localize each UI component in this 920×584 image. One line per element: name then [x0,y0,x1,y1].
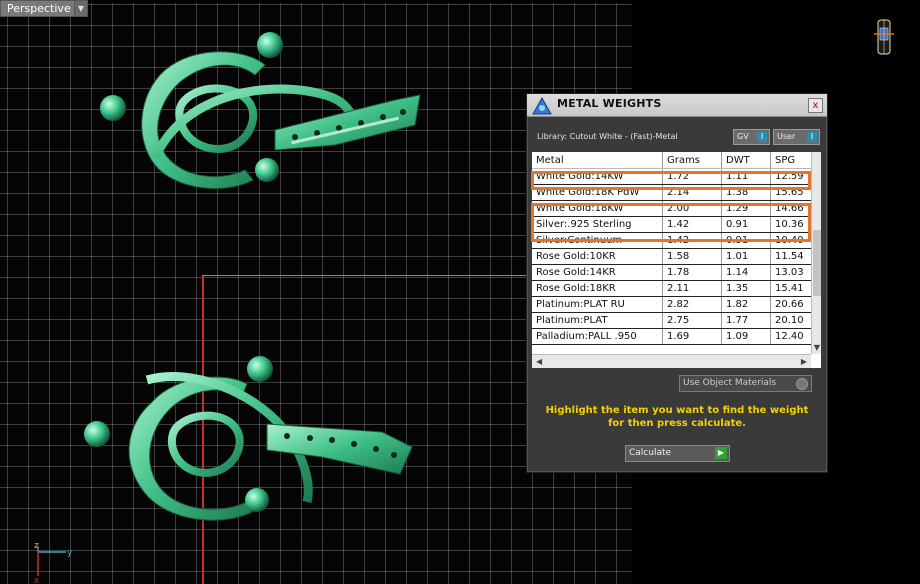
library-label: Library: Cutout White - (Fast)-Metal [537,132,678,141]
cell-spg[interactable]: 20.66 [770,296,814,313]
viewport-top-edge [0,0,632,3]
axis-x-label: x [34,576,40,584]
calculate-button[interactable]: Calculate ▶ [625,445,730,462]
col-dwt[interactable]: DWT [721,152,771,169]
cell-grams[interactable]: 1.58 [662,248,722,265]
viewport-label[interactable]: Perspective [0,0,78,17]
scroll-left-arrow-icon[interactable]: ◀ [536,357,542,366]
ring-model-bottom[interactable] [82,352,422,522]
metal-weights-logo-icon [532,96,552,115]
panel-titlebar[interactable]: METAL WEIGHTS x [527,94,827,117]
panel-title: METAL WEIGHTS [557,97,662,110]
axis-y-label: y [67,548,73,558]
cell-dwt[interactable]: 1.77 [721,312,771,329]
vertical-scroll-thumb[interactable] [813,230,821,296]
col-spg[interactable]: SPG [770,152,814,169]
ring-model-top[interactable] [95,30,430,195]
table-row[interactable]: Rose Gold:10KR 1.58 1.01 11.54 [532,248,814,265]
calculate-arrow-icon: ▶ [715,447,727,459]
cell-metal[interactable]: Palladium:PALL .950 [532,328,663,345]
cell-dwt[interactable]: 1.09 [721,328,771,345]
cell-spg[interactable]: 15.41 [770,280,814,297]
gv-toggle-icon: I [757,132,767,142]
cell-metal[interactable]: Rose Gold:18KR [532,280,663,297]
cell-grams[interactable]: 2.11 [662,280,722,297]
cell-grams[interactable]: 2.75 [662,312,722,329]
cell-metal[interactable]: Platinum:PLAT [532,312,663,329]
viewport-menu-arrow-icon[interactable]: ▼ [74,0,88,17]
user-label: User [777,132,796,141]
table-header-row: Metal Grams DWT SPG [532,152,814,169]
user-toggle-button[interactable]: User I [773,129,820,145]
axis-gizmo-icon: z y x [34,541,73,584]
row-highlight-1 [531,171,811,190]
horizontal-scrollbar[interactable]: ◀ ▶ [532,354,811,368]
gv-label: GV [737,132,749,141]
row-highlight-2 [531,203,811,242]
hint-line-1: Highlight the item you want to find the … [545,405,809,416]
table-row[interactable]: Rose Gold:18KR 2.11 1.35 15.41 [532,280,814,297]
hint-line-2: for then press calculate. [608,418,746,429]
cell-dwt[interactable]: 1.35 [721,280,771,297]
use-object-materials-toggle-icon [796,378,808,390]
gv-toggle-button[interactable]: GV I [733,129,770,145]
table-row[interactable]: Platinum:PLAT 2.75 1.77 20.10 [532,312,814,329]
cell-metal[interactable]: Platinum:PLAT RU [532,296,663,313]
cell-spg[interactable]: 20.10 [770,312,814,329]
close-button[interactable]: x [808,98,823,113]
scroll-down-arrow-icon[interactable]: ▼ [812,343,821,352]
cell-dwt[interactable]: 1.01 [721,248,771,265]
cell-metal[interactable]: Rose Gold:14KR [532,264,663,281]
navigation-gizmo-icon[interactable] [872,16,896,58]
vertical-scrollbar[interactable]: ▼ [811,152,821,354]
metal-weights-panel[interactable]: METAL WEIGHTS x Library: Cutout White - … [526,93,828,473]
cell-dwt[interactable]: 1.14 [721,264,771,281]
cell-dwt[interactable]: 1.82 [721,296,771,313]
table-row[interactable]: Palladium:PALL .950 1.69 1.09 12.40 [532,328,814,345]
cell-grams[interactable]: 2.82 [662,296,722,313]
cell-grams[interactable]: 1.78 [662,264,722,281]
axis-z-label: z [34,541,39,551]
use-object-materials-label: Use Object Materials [683,378,777,388]
cell-spg[interactable]: 12.40 [770,328,814,345]
calculate-label: Calculate [629,448,672,458]
cell-spg[interactable]: 13.03 [770,264,814,281]
cell-spg[interactable]: 11.54 [770,248,814,265]
user-toggle-icon: I [807,132,817,142]
cell-grams[interactable]: 1.69 [662,328,722,345]
col-metal[interactable]: Metal [532,152,663,169]
cell-metal[interactable]: Rose Gold:10KR [532,248,663,265]
use-object-materials-button[interactable]: Use Object Materials [679,375,812,392]
table-row[interactable]: Rose Gold:14KR 1.78 1.14 13.03 [532,264,814,281]
y-axis-line [202,275,528,276]
scroll-right-arrow-icon[interactable]: ▶ [801,357,807,366]
col-grams[interactable]: Grams [662,152,722,169]
table-row[interactable]: Platinum:PLAT RU 2.82 1.82 20.66 [532,296,814,313]
hint-text: Highlight the item you want to find the … [537,404,817,430]
